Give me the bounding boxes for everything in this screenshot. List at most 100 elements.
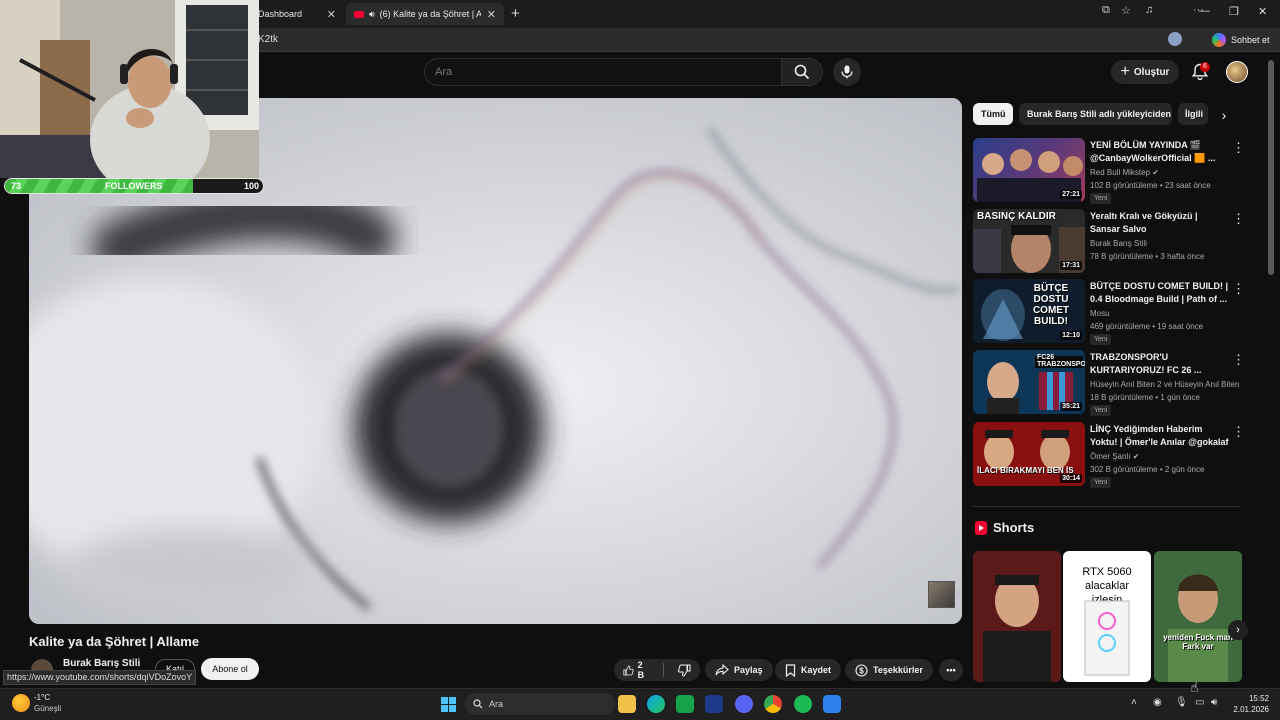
video-title[interactable]: LİNÇ Yediğimden Haberim Yoktu! | Ömer'le…: [1090, 423, 1230, 449]
microphone-icon[interactable]: 🎙︎: [1175, 697, 1188, 708]
close-icon[interactable]: ✕: [327, 8, 336, 21]
thumbnail-text: FC26 TRABZONSPOR: [1037, 354, 1085, 368]
channel-name[interactable]: Ömer Şanlı ✔: [1090, 452, 1139, 461]
chevron-right-icon[interactable]: ›: [1214, 105, 1234, 125]
search-input[interactable]: [425, 59, 781, 85]
app-icon[interactable]: [823, 695, 841, 713]
more-actions-button[interactable]: •••: [939, 659, 963, 681]
network-icon[interactable]: ▭: [1195, 697, 1204, 708]
save-label: Kaydet: [801, 665, 832, 675]
windows-start-icon[interactable]: [441, 697, 456, 712]
search-button[interactable]: [781, 58, 823, 86]
chip-all[interactable]: Tümü: [973, 103, 1013, 125]
channel-name[interactable]: Hüseyin Anıl Biten 2 ve Hüseyin Anıl Bit…: [1090, 380, 1239, 389]
short-item[interactable]: [973, 551, 1061, 682]
recommendation-item[interactable]: BASINÇ KALDIR 17:31 Yeraltı Kralı ve Gök…: [973, 209, 1245, 275]
create-button[interactable]: + Oluştur: [1111, 60, 1179, 84]
recommendation-item[interactable]: FC26 TRABZONSPOR 35:21 TRABZONSPOR'U KUR…: [973, 350, 1245, 416]
shorts-label: Shorts: [993, 520, 1035, 535]
account-avatar[interactable]: [1226, 61, 1248, 83]
url-text[interactable]: K2tk: [258, 34, 278, 45]
video-thumbnail[interactable]: BÜTÇE DOSTU COMET BUILD! 12:10: [973, 279, 1085, 343]
video-title[interactable]: Yeraltı Kralı ve Gökyüzü | Sansar Salvo: [1090, 210, 1230, 236]
app-icon[interactable]: [676, 695, 694, 713]
new-badge: Yeni: [1090, 405, 1112, 416]
followers-label: FOLLOWERS: [105, 181, 163, 191]
video-title[interactable]: BÜTÇE DOSTU COMET BUILD! | 0.4 Bloodmage…: [1090, 280, 1230, 306]
chip-from-uploader[interactable]: Burak Barış Stili adlı yükleyiciden: [1019, 103, 1172, 125]
video-thumbnail[interactable]: İLACI BIRAKMAYI BEN İS 30:14: [973, 422, 1085, 486]
notification-count-badge: 6: [1200, 62, 1210, 72]
chevron-up-icon[interactable]: ˄: [1131, 697, 1137, 708]
favorite-star-icon[interactable]: ☆: [1121, 4, 1131, 17]
weather-description[interactable]: Güneşli: [34, 704, 61, 713]
link-status-url: https://www.youtube.com/shorts/dqiVDoZov…: [3, 670, 197, 685]
new-tab-icon[interactable]: +: [511, 5, 520, 22]
channel-watermark[interactable]: [928, 581, 955, 608]
channel-name[interactable]: Red Bull Mikstep ✔: [1090, 168, 1159, 177]
dislike-button[interactable]: [669, 659, 700, 681]
chip-related[interactable]: İlgili: [1178, 103, 1208, 125]
copilot-tray-icon[interactable]: ◉: [1153, 697, 1162, 708]
channel-name[interactable]: Burak Barış Stili: [63, 658, 140, 669]
chevron-right-icon[interactable]: ›: [1228, 620, 1248, 640]
video-title[interactable]: TRABZONSPOR'U KURTARIYORUZ! FC 26 ...: [1090, 351, 1230, 377]
video-thumbnail[interactable]: 27:21: [973, 138, 1085, 202]
tab-dashboard[interactable]: Dashboard ✕: [250, 3, 344, 25]
split-screen-icon[interactable]: ⧉: [1102, 4, 1110, 17]
voice-search-button[interactable]: [833, 58, 861, 86]
more-menu-icon[interactable]: ···: [1193, 4, 1204, 16]
weather-temperature[interactable]: -1°C: [34, 693, 50, 702]
restore-icon[interactable]: ❐: [1229, 5, 1239, 18]
taskbar-clock[interactable]: 15:52 2.01.2026: [1233, 693, 1269, 715]
close-icon[interactable]: ✕: [487, 8, 496, 21]
more-vertical-icon[interactable]: ⋮: [1232, 352, 1245, 368]
more-vertical-icon[interactable]: ⋮: [1232, 140, 1245, 156]
new-badge: Yeni: [1090, 193, 1112, 204]
video-meta: 302 B görüntüleme • 2 gün önce: [1090, 465, 1205, 474]
more-vertical-icon[interactable]: ⋮: [1232, 211, 1245, 227]
recommendation-item[interactable]: İLACI BIRAKMAYI BEN İS 30:14 LİNÇ Yediği…: [973, 422, 1245, 488]
more-vertical-icon[interactable]: ⋮: [1232, 424, 1245, 440]
speaker-icon[interactable]: 🔊︎: [369, 9, 375, 20]
volume-icon[interactable]: 🔊︎: [1211, 697, 1217, 708]
search-icon: [794, 64, 810, 80]
channel-name[interactable]: Burak Barış Stili: [1090, 239, 1147, 248]
steam-icon[interactable]: [705, 695, 723, 713]
shorts-header: Shorts: [975, 520, 1034, 535]
chrome-icon[interactable]: [764, 695, 782, 713]
copilot-chat-button[interactable]: Sohbet et: [1212, 30, 1270, 49]
tab-youtube[interactable]: 🔊︎ (6) Kalite ya da Şöhret | Allame ✕: [346, 3, 504, 25]
recommendation-item[interactable]: BÜTÇE DOSTU COMET BUILD! 12:10 BÜTÇE DOS…: [973, 279, 1245, 345]
thumbs-up-icon: [623, 665, 634, 675]
share-button[interactable]: Paylaş: [705, 659, 773, 681]
save-button[interactable]: Kaydet: [775, 659, 842, 681]
video-thumbnail[interactable]: BASINÇ KALDIR 17:31: [973, 209, 1085, 273]
edge-browser-icon[interactable]: [647, 695, 665, 713]
like-button[interactable]: 2 B: [614, 659, 658, 681]
thumbs-down-icon: [678, 664, 691, 677]
video-thumbnail[interactable]: FC26 TRABZONSPOR 35:21: [973, 350, 1085, 414]
video-title[interactable]: YENİ BÖLÜM YAYINDA 🎬 @CanbayWolkerOffici…: [1090, 139, 1230, 165]
thumbnail-text: İLACI BIRAKMAYI BEN İS: [977, 466, 1074, 475]
taskbar-search[interactable]: Ara: [465, 693, 615, 715]
short-item[interactable]: RTX 5060 alacaklar izlesin: [1063, 551, 1151, 682]
discord-icon[interactable]: [735, 695, 753, 713]
close-window-icon[interactable]: ✕: [1258, 5, 1267, 18]
profile-avatar[interactable]: [1168, 32, 1182, 46]
weather-sun-icon[interactable]: [12, 694, 30, 712]
recommendation-item[interactable]: 27:21 YENİ BÖLÜM YAYINDA 🎬 @CanbayWolker…: [973, 138, 1245, 204]
page-scrollbar[interactable]: [1268, 60, 1274, 275]
extensions-icon[interactable]: ♫: [1145, 4, 1153, 16]
more-vertical-icon[interactable]: ⋮: [1232, 281, 1245, 297]
tab-title: (6) Kalite ya da Şöhret | Allame: [379, 9, 481, 19]
short-item[interactable]: yeniden Fuck man Fark var: [1154, 551, 1242, 682]
file-explorer-icon[interactable]: [618, 695, 636, 713]
like-count: 2 B: [637, 660, 645, 680]
thanks-button[interactable]: $ Teşekkürler: [845, 659, 933, 681]
channel-name[interactable]: Mosu: [1090, 309, 1110, 318]
video-duration: 30:14: [1060, 474, 1082, 483]
spotify-icon[interactable]: [794, 695, 812, 713]
subscribe-button[interactable]: Abone ol: [201, 658, 259, 680]
search-box[interactable]: [424, 58, 782, 86]
